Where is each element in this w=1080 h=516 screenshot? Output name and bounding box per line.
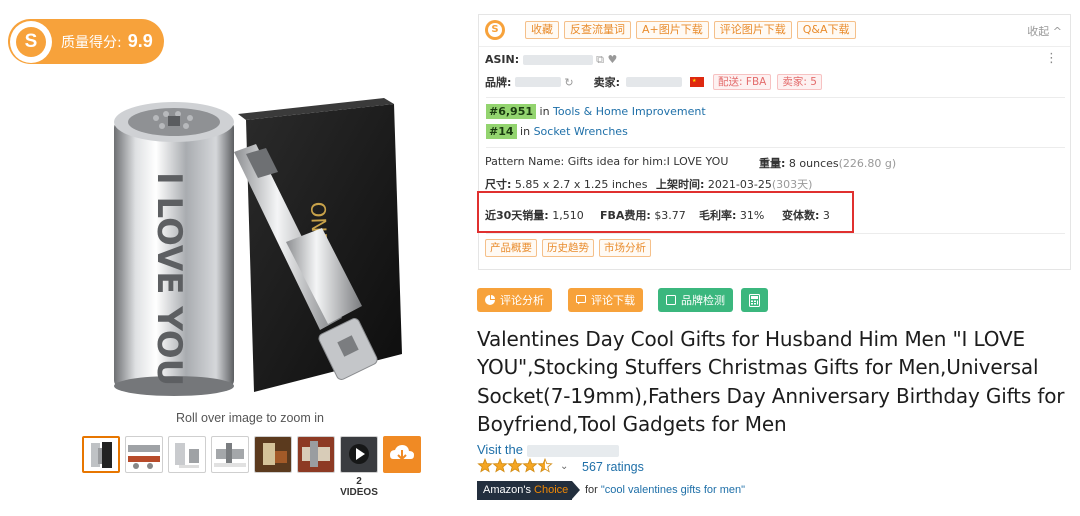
engraved-text: I LOVE YOU [149, 172, 189, 386]
ratings-count-link[interactable]: 567 ratings [582, 460, 644, 474]
stars-icon [477, 458, 553, 473]
listed-date-row: 上架时间: 2021-03-25(303天) [656, 178, 813, 191]
fba-fee: FBA费用: $3.77 [600, 209, 686, 222]
review-download-button[interactable]: 评论下载 [568, 288, 643, 312]
thumbnail-1[interactable] [82, 436, 120, 473]
asin-row: ASIN: ⧉ ♥ [485, 53, 618, 66]
rank-row-2: #14 in Socket Wrenches [486, 124, 628, 139]
review-image-download-button[interactable]: 评论图片下载 [713, 21, 792, 39]
tab-product-overview[interactable]: 产品概要 [485, 239, 537, 257]
main-product-image[interactable]: ONEAGE I LOVE YOU [96, 92, 414, 408]
choice-query-link[interactable]: "cool valentines gifts for men" [601, 484, 745, 496]
profit-margin: 毛利率: 31% [699, 209, 765, 222]
fulfillment-tag: 配送: FBA [713, 74, 772, 90]
sellersprite-logo-icon: S [10, 20, 52, 63]
analysis-tabs: 产品概要 历史趋势 市场分析 [485, 239, 651, 257]
square-check-icon [666, 295, 676, 305]
amazons-choice-badge: Amazon's Choice [477, 481, 581, 500]
category-link-socket-wrenches[interactable]: Socket Wrenches [534, 125, 628, 138]
videos-count-label: 2 VIDEOS [340, 476, 378, 498]
more-menu-icon[interactable]: ⋮ [1045, 51, 1058, 66]
star-1 [477, 458, 493, 473]
product-title: Valentines Day Cool Gifts for Husband Hi… [477, 327, 1065, 437]
copy-icon[interactable]: ⧉ [596, 53, 604, 66]
star-5 [537, 458, 553, 473]
aplus-image-download-button[interactable]: A+图片下载 [636, 21, 709, 39]
asin-value-redacted [522, 55, 593, 65]
collapse-toggle[interactable]: 收起 ^ [1027, 23, 1062, 39]
star-4 [522, 458, 538, 473]
china-flag-icon: ★ [690, 77, 705, 87]
review-analysis-button[interactable]: 评论分析 [477, 288, 552, 312]
choice-query: for "cool valentines gifts for men" [585, 484, 746, 496]
tab-market-analysis[interactable]: 市场分析 [599, 239, 651, 257]
store-name-redacted [526, 444, 619, 457]
weight-row: 重量: 8 ounces(226.80 g) [759, 157, 897, 170]
pie-chart-icon [485, 295, 495, 305]
pattern-row: Pattern Name: Gifts idea for him:I LOVE … [485, 155, 729, 168]
chevron-down-icon[interactable]: ⌄ [560, 461, 568, 472]
visit-store-link[interactable]: Visit the [477, 442, 619, 457]
download-cloud-icon[interactable] [383, 436, 421, 473]
thumbnail-6[interactable] [297, 436, 335, 473]
brand-check-button[interactable]: 品牌检测 [658, 288, 733, 312]
qa-download-button[interactable]: Q&A下载 [796, 21, 856, 39]
video-thumbnail[interactable] [340, 436, 378, 473]
calculator-button[interactable] [741, 288, 768, 312]
size-row: 尺寸: 5.85 x 2.7 x 1.25 inches [485, 178, 648, 191]
zoom-hint: Roll over image to zoom in [176, 411, 324, 425]
star-3 [507, 458, 523, 473]
star-2 [492, 458, 508, 473]
quality-score-badge: S 质量得分: 9.9 [8, 19, 164, 64]
thumbnail-4[interactable] [211, 436, 249, 473]
panel-toolbar: S 收藏 反查流量词 A+图片下载 评论图片下载 Q&A下载 收起 ^ [479, 15, 1070, 45]
brand-value-redacted [515, 77, 562, 87]
thumbnail-strip [82, 436, 421, 473]
thumbnail-3[interactable] [168, 436, 206, 473]
plugin-panel: S 收藏 反查流量词 A+图片下载 评论图片下载 Q&A下载 收起 ^ ASIN… [477, 14, 1071, 270]
comment-icon [576, 295, 586, 305]
seller-value-redacted [626, 77, 683, 87]
tab-history-trend[interactable]: 历史趋势 [542, 239, 594, 257]
thumbnail-2[interactable] [125, 436, 163, 473]
star-rating[interactable]: ⌄ [477, 458, 568, 474]
favorite-button[interactable]: 收藏 [525, 21, 559, 39]
plugin-logo-icon: S [485, 20, 505, 40]
score-value: 9.9 [127, 31, 153, 51]
reverse-keyword-button[interactable]: 反查流量词 [564, 21, 631, 39]
variant-count: 变体数: 3 [782, 209, 830, 222]
score-label: 质量得分: [61, 34, 122, 51]
thumbnail-5[interactable] [254, 436, 292, 473]
rank-row-1: #6,951 in Tools & Home Improvement [486, 104, 706, 119]
calculator-icon [749, 293, 760, 307]
heart-icon[interactable]: ♥ [608, 53, 618, 66]
metrics-row: 近30天销量: 1,510 [485, 209, 584, 222]
seller-count-tag[interactable]: 卖家: 5 [777, 74, 822, 90]
brand-seller-row: 品牌: ↻ 卖家: ★ 配送: FBA 卖家: 5 [485, 74, 822, 90]
refresh-icon[interactable]: ↻ [564, 76, 573, 89]
category-link-tools[interactable]: Tools & Home Improvement [553, 105, 706, 118]
